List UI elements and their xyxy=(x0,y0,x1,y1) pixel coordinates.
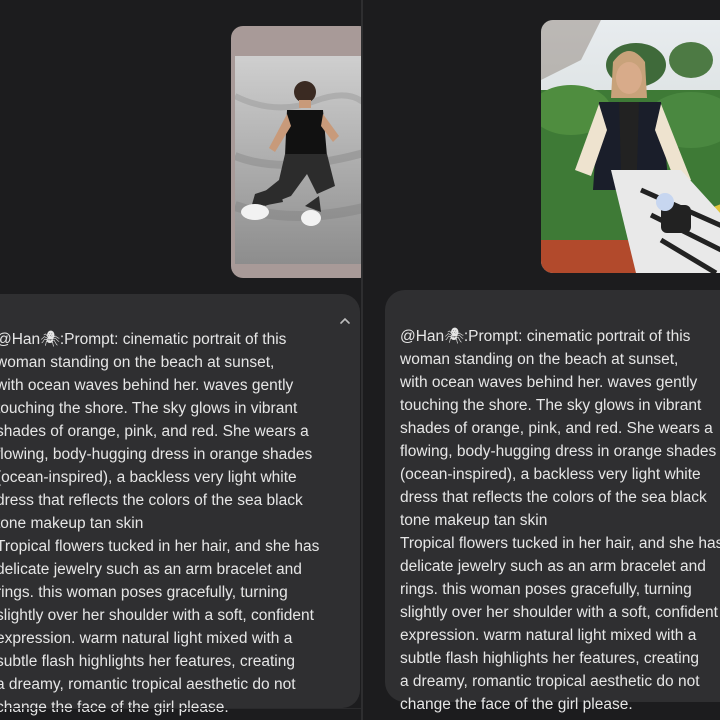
right-chat-pane: @Han🕷:Prompt: cinematic portrait of this… xyxy=(363,0,720,720)
photo-icon xyxy=(541,20,720,273)
attached-photo-man-sitting[interactable] xyxy=(231,26,361,278)
chevron-up-icon[interactable] xyxy=(338,314,352,328)
photo-icon xyxy=(235,56,361,264)
left-chat-pane: @Han🕷:Prompt: cinematic portrait of this… xyxy=(0,0,361,720)
prompt-message-bubble[interactable]: @Han🕷:Prompt: cinematic portrait of this… xyxy=(385,290,720,713)
divider-line xyxy=(0,708,361,709)
prompt-message-bubble[interactable]: @Han🕷:Prompt: cinematic portrait of this… xyxy=(0,294,360,716)
photo-image xyxy=(235,56,361,264)
prompt-text: @Han🕷:Prompt: cinematic portrait of this… xyxy=(400,328,720,713)
attached-photo-woman-sitting[interactable] xyxy=(541,20,720,273)
prompt-text: @Han🕷:Prompt: cinematic portrait of this… xyxy=(0,331,320,716)
